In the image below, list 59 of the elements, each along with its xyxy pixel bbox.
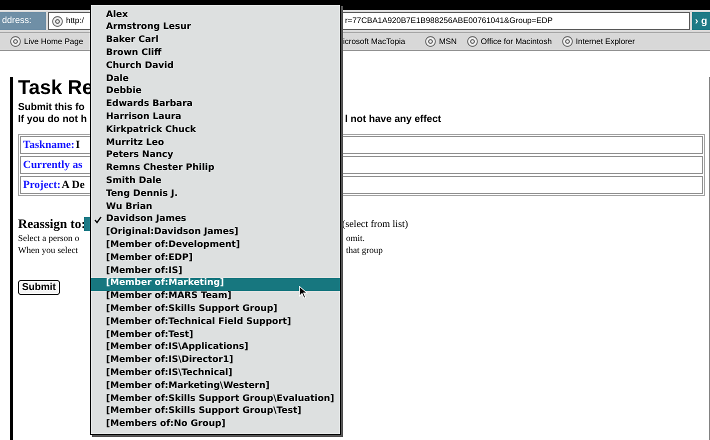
submit-button[interactable]: Submit: [18, 280, 60, 295]
dropdown-option[interactable]: [Member of:Test]: [91, 328, 340, 342]
favorite-link[interactable]: Office for Macintosh: [480, 36, 552, 48]
dropdown-option[interactable]: [Member of:Marketing]: [91, 278, 340, 291]
field-label: Taskname:: [23, 138, 75, 153]
dropdown-option[interactable]: Brown Cliff: [91, 47, 340, 60]
dropdown-option[interactable]: [Member of:IS\Technical]: [91, 367, 340, 380]
reassign-label: Reassign to:: [18, 215, 84, 234]
dropdown-option[interactable]: Davidson James: [91, 214, 340, 227]
hint-text: (select from list): [342, 218, 408, 232]
dropdown-option[interactable]: [Member of:IS\Applications]: [91, 342, 340, 355]
help-text: Select a person o: [18, 232, 80, 244]
dropdown-option[interactable]: [Member of:Skills Support Group\Test]: [91, 406, 340, 418]
dropdown-option[interactable]: Teng Dennis J.: [91, 188, 340, 201]
dropdown-option[interactable]: Dale: [91, 72, 340, 86]
dropdown-option[interactable]: Harrison Laura: [91, 111, 340, 124]
field-label: Project:: [23, 178, 61, 193]
dropdown-option[interactable]: [Member of:Marketing\Western]: [91, 380, 340, 393]
dropdown-option[interactable]: [Member of:Skills Support Group]: [91, 303, 340, 316]
field-value: A De: [62, 178, 85, 193]
dropdown-option[interactable]: Peters Nancy: [91, 150, 340, 163]
dropdown-option[interactable]: [Member of:MARS Team]: [91, 290, 340, 304]
dropdown-option[interactable]: [Member of:Development]: [91, 239, 340, 252]
go-button[interactable]: › g: [692, 12, 710, 30]
dropdown-option[interactable]: [Member of:IS\Director1]: [91, 354, 340, 368]
field-value: I: [76, 138, 80, 153]
dropdown-option[interactable]: [Member of:Skills Support Group\Evaluation]: [91, 392, 340, 406]
dropdown-option[interactable]: Smith Dale: [91, 175, 340, 188]
instruction-text: Submit this fo: [18, 102, 85, 114]
dropdown-option[interactable]: Murritz Leo: [91, 136, 340, 150]
help-text: When you select: [18, 244, 79, 256]
address-label: ddress:: [0, 12, 46, 30]
dropdown-option[interactable]: [Original:Davidson James]: [91, 226, 340, 240]
dropdown-option[interactable]: [Members of:No Group]: [91, 418, 340, 432]
favorite-link[interactable]: icrosoft MacTopia: [343, 36, 406, 48]
favorite-link[interactable]: Live Home Page: [24, 36, 84, 48]
dropdown-option[interactable]: Edwards Barbara: [91, 98, 340, 112]
url-text: r=77CBA1A920B7E1B988256ABE00761041&Group=EDP: [345, 15, 553, 27]
dropdown-option[interactable]: Alex: [91, 9, 340, 22]
dropdown-option[interactable]: Kirkpatrick Chuck: [91, 124, 340, 137]
favorite-link[interactable]: MSN: [439, 36, 457, 48]
dropdown-option[interactable]: Baker Carl: [91, 34, 340, 48]
dropdown-option[interactable]: Church David: [91, 60, 340, 73]
checkmark-icon: [94, 216, 102, 224]
dropdown-option[interactable]: [Member of:IS]: [91, 264, 340, 278]
dropdown-option[interactable]: Wu Brian: [91, 200, 340, 214]
field-label: Currently as: [23, 158, 82, 173]
url-text: http:/: [66, 15, 84, 27]
dropdown-option[interactable]: Debbie: [91, 86, 340, 99]
favorite-link[interactable]: Internet Explorer: [576, 36, 635, 48]
dropdown-option[interactable]: Remns Chester Philip: [91, 162, 340, 176]
cursor-arrow-icon: [299, 286, 308, 299]
instruction-text: If you do not h: [18, 114, 88, 126]
dropdown-option[interactable]: [Member of:EDP]: [91, 252, 340, 265]
dropdown-option[interactable]: [Member of:Technical Field Support]: [91, 316, 340, 329]
help-text: omit.: [346, 232, 365, 244]
instruction-text: l not have any effect: [345, 114, 442, 126]
assignee-select[interactable]: [84, 217, 90, 231]
help-text: that group: [346, 244, 383, 256]
